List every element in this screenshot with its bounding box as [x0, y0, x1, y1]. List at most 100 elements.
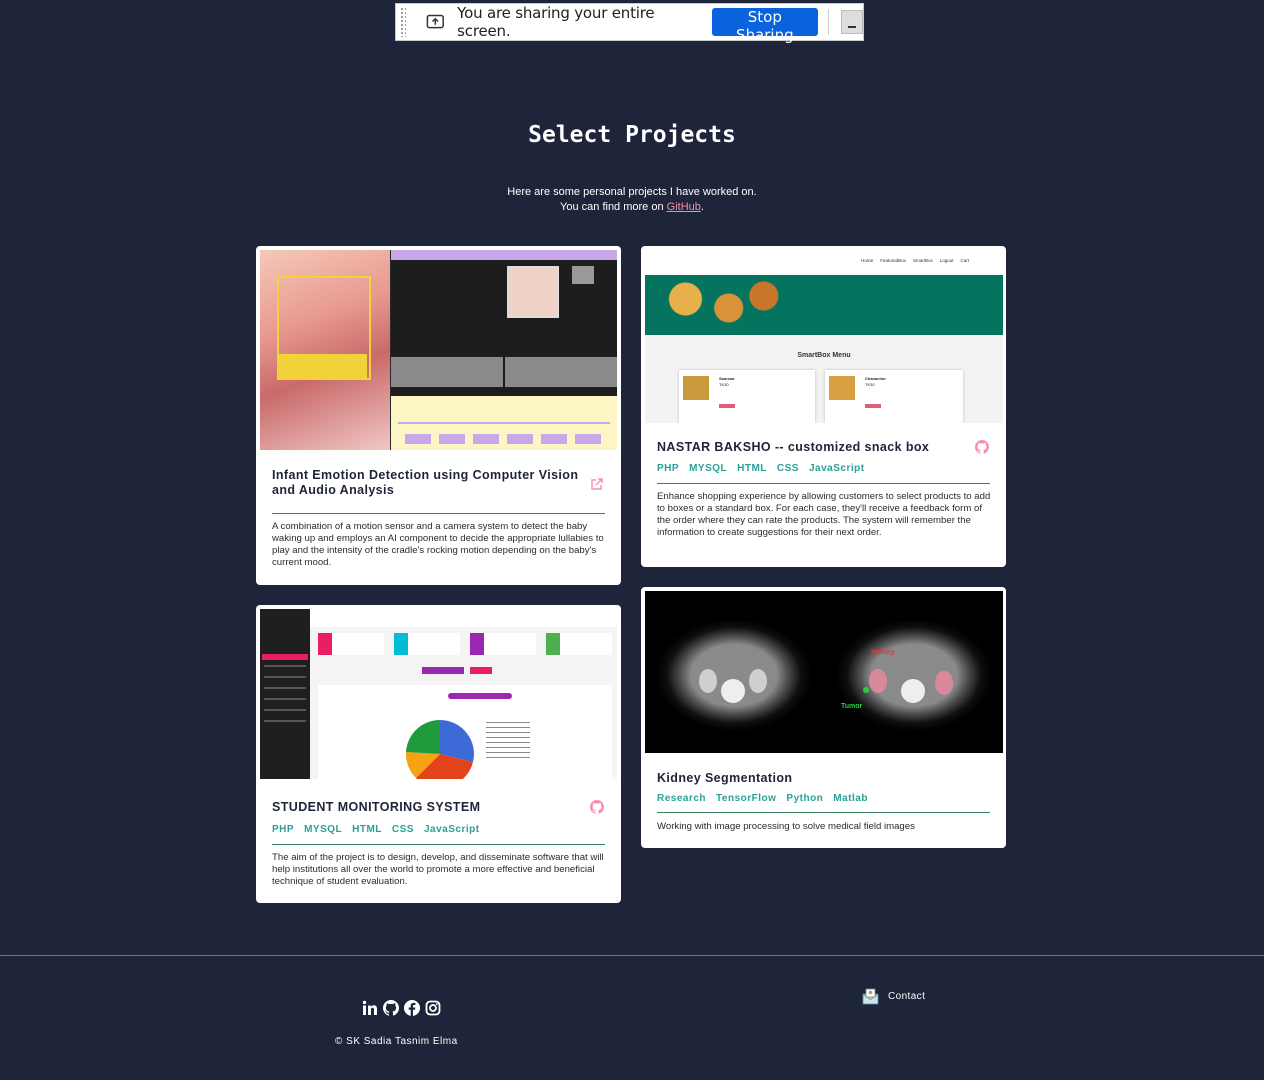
- grey-panel-2: [505, 357, 617, 387]
- external-link-icon[interactable]: [590, 477, 604, 491]
- project-description: A combination of a motion sensor and a c…: [272, 521, 604, 568]
- project-card-kidney-segmentation: Kidney Tumor Kidney Segmentation Researc…: [641, 587, 1006, 848]
- tag-list: PHP MYSQL HTML CSS JavaScript: [272, 824, 480, 835]
- project-card-nastar-baksho: Home FeaturedBox SmartBox Logout Cart Sm…: [641, 246, 1006, 567]
- project-thumbnail[interactable]: Home FeaturedBox SmartBox Logout Cart Sm…: [645, 250, 1003, 423]
- screen-share-bar: You are sharing your entire screen. Stop…: [395, 3, 864, 44]
- tag: HTML: [352, 824, 382, 835]
- thumb-product-card: Chanachur TK30: [825, 370, 963, 423]
- card-divider: [272, 844, 605, 845]
- intro-text: You can find more on: [560, 201, 667, 213]
- card-divider: [657, 812, 990, 813]
- tag: HTML: [737, 463, 767, 474]
- tag: JavaScript: [808, 463, 865, 474]
- nav-home: Home: [861, 258, 874, 263]
- grey-panel-1: [391, 357, 503, 387]
- drag-handle-icon[interactable]: [400, 7, 406, 37]
- card-divider: [272, 513, 605, 514]
- project-thumbnail[interactable]: Kidney Tumor: [645, 591, 1003, 753]
- detection-label: [277, 354, 367, 380]
- nav-smartbox: SmartBox: [912, 258, 933, 263]
- contact-label: Contact: [888, 991, 926, 1002]
- filter-pill: [470, 667, 492, 674]
- project-thumbnail[interactable]: [260, 609, 617, 779]
- stat-card-purple: [470, 633, 536, 655]
- project-card-student-monitoring: STUDENT MONITORING SYSTEM PHP MYSQL HTML…: [256, 605, 621, 903]
- project-title: Infant Emotion Detection using Computer …: [272, 468, 579, 497]
- kidney-label: Kidney: [871, 649, 895, 656]
- tag: TensorFlow: [716, 793, 777, 804]
- section-title: Select Projects: [528, 122, 736, 148]
- product-name: Chanachur: [865, 376, 886, 381]
- divider: [827, 9, 829, 35]
- contact-mail-icon: [862, 988, 879, 1005]
- section-intro: Here are some personal projects I have w…: [0, 185, 1264, 215]
- project-description: Working with image processing to solve m…: [657, 821, 915, 832]
- project-title: STUDENT MONITORING SYSTEM: [272, 800, 481, 814]
- sidebar-items: [264, 665, 306, 725]
- tag: Research: [657, 793, 707, 804]
- instagram-icon[interactable]: [425, 1000, 441, 1021]
- chanachur-photo: [829, 376, 855, 400]
- ct-scan-right: [825, 591, 1003, 753]
- intro-line: Here are some personal projects I have w…: [507, 186, 757, 198]
- project-description: The aim of the project is to design, dev…: [272, 852, 604, 887]
- tag: Python: [786, 793, 824, 804]
- card-divider: [657, 483, 990, 484]
- spine: [901, 679, 925, 703]
- tag: Matlab: [833, 793, 868, 804]
- github-icon[interactable]: [383, 1000, 399, 1021]
- product-price: TK30: [719, 382, 729, 387]
- tumor-marker: [863, 687, 869, 693]
- product-price: TK30: [865, 382, 875, 387]
- nav-cart: Cart: [960, 258, 969, 263]
- add-button: [719, 404, 735, 408]
- share-message: You are sharing your entire screen.: [457, 4, 655, 40]
- project-thumbnail[interactable]: [260, 250, 617, 450]
- thumb-product-card: Samosa TK30: [679, 370, 815, 423]
- share-screen-icon: [426, 14, 444, 29]
- spine: [721, 679, 745, 703]
- add-button: [865, 404, 881, 408]
- pie-legend: [486, 722, 530, 762]
- slider-bar: [398, 422, 610, 424]
- project-title: Kidney Segmentation: [657, 771, 793, 785]
- app-header: [391, 250, 617, 260]
- kidney-segment-left: [869, 669, 887, 693]
- tag: PHP: [272, 824, 295, 835]
- github-icon[interactable]: [590, 800, 604, 814]
- tag: MYSQL: [689, 463, 728, 474]
- minimize-button[interactable]: [840, 10, 863, 34]
- tag-list: Research TensorFlow Python Matlab: [657, 793, 868, 804]
- pie-chart: [406, 720, 474, 779]
- contact-link[interactable]: Contact: [862, 988, 925, 1005]
- github-icon[interactable]: [975, 440, 989, 454]
- project-card-infant-emotion: Infant Emotion Detection using Computer …: [256, 246, 621, 585]
- tag: CSS: [776, 463, 799, 474]
- nav-logout: Logout: [939, 258, 954, 263]
- tag: JavaScript: [423, 824, 480, 835]
- copyright: © SK Sadia Tasnim Elma: [335, 1036, 458, 1047]
- facebook-icon[interactable]: [404, 1000, 420, 1021]
- intro-line-2: You can find more on GitHub.: [0, 200, 1264, 215]
- thumb-topbar: [310, 609, 617, 627]
- stat-card-green: [546, 633, 612, 655]
- ct-scan-left: [645, 591, 823, 753]
- pill-row: [405, 434, 605, 444]
- project-description: Enhance shopping experience by allowing …: [657, 491, 991, 538]
- stop-sharing-button[interactable]: Stop Sharing: [712, 8, 818, 44]
- project-title: NASTAR BAKSHO -- customized snack box: [657, 440, 930, 454]
- tumor-label: Tumor: [841, 703, 863, 710]
- stat-card-cyan: [394, 633, 460, 655]
- small-preview: [572, 266, 594, 284]
- samosa-photo: [683, 376, 709, 400]
- linkedin-icon[interactable]: [362, 1000, 378, 1021]
- tag-list: PHP MYSQL HTML CSS JavaScript: [657, 463, 865, 474]
- social-links: [362, 1000, 441, 1021]
- baby-face-preview: [507, 266, 559, 318]
- github-link[interactable]: GitHub: [667, 201, 701, 213]
- chart-tabs: [448, 693, 512, 699]
- kidney-left: [699, 669, 717, 693]
- nav-featuredbox: FeaturedBox: [880, 258, 906, 263]
- tag: CSS: [391, 824, 414, 835]
